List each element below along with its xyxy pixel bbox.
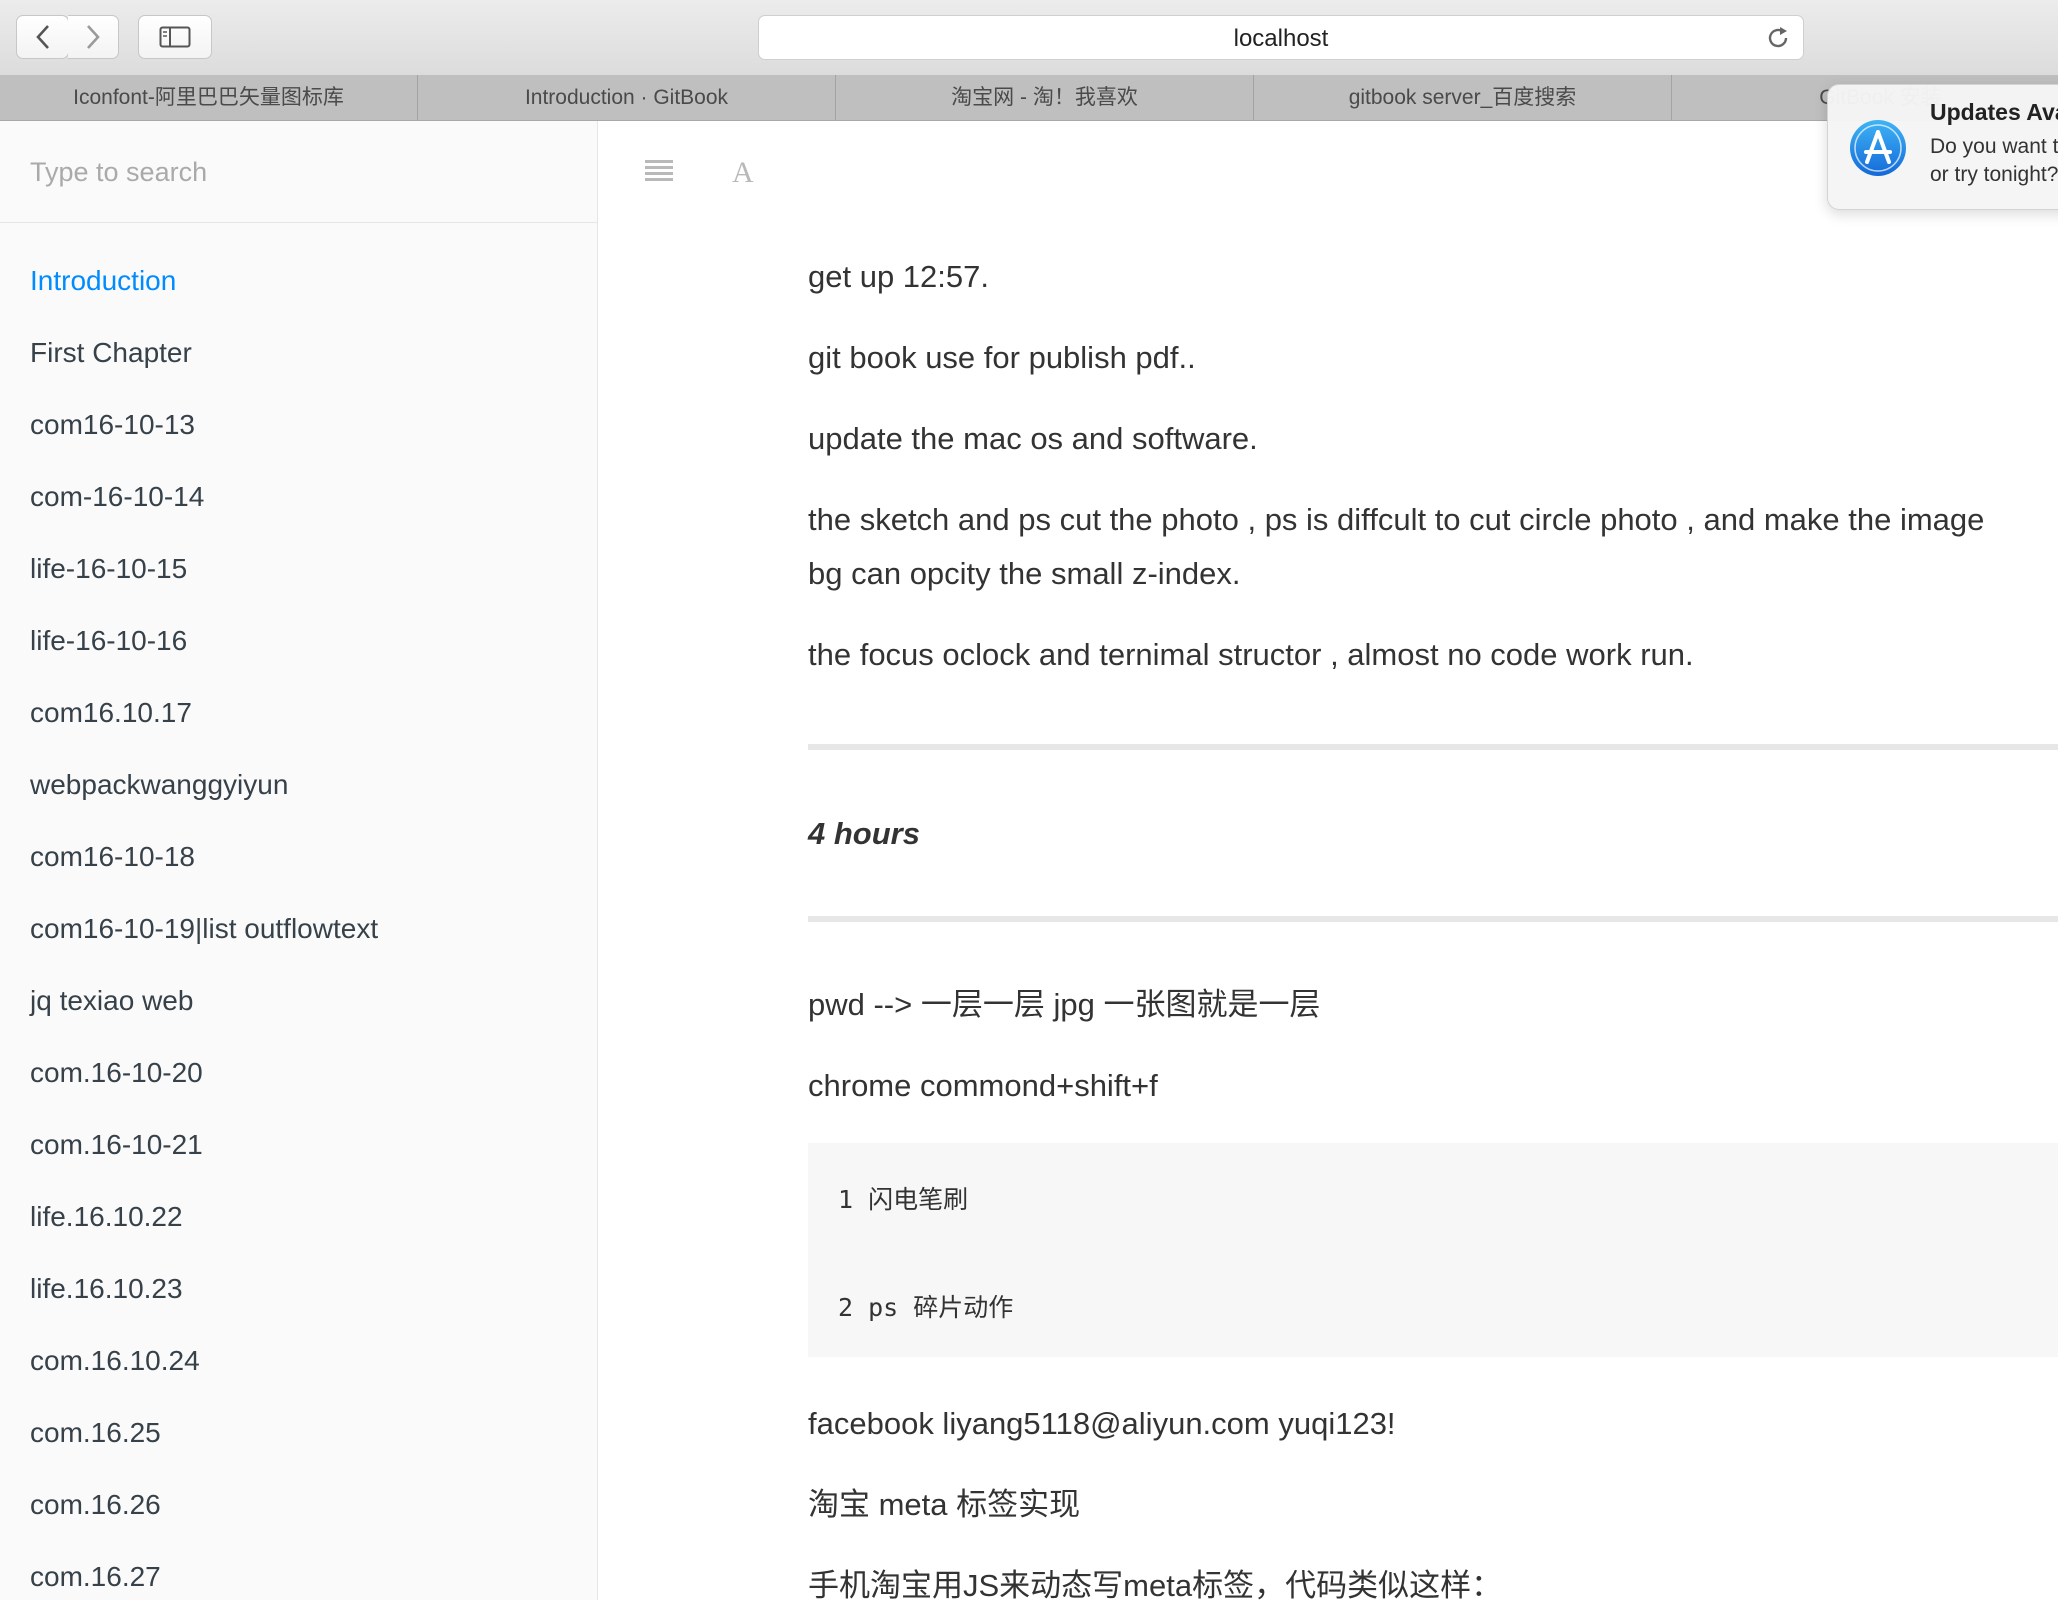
summary-item[interactable]: life.16.10.23 <box>0 1269 597 1341</box>
summary-list: Introduction First Chapter com16-10-13 c… <box>0 261 597 1600</box>
chevron-left-icon <box>35 25 49 49</box>
summary-item[interactable]: com16-10-18 <box>0 837 597 909</box>
paragraph: chrome commond+shift+f <box>808 1068 1158 1103</box>
sidebar-toggle-button[interactable] <box>138 15 212 59</box>
chevron-right-icon <box>87 25 100 49</box>
paragraph: get up 12:57. <box>808 259 989 294</box>
summary-item[interactable]: com.16-10-20 <box>0 1053 597 1125</box>
summary-item[interactable]: com.16.26 <box>0 1485 597 1557</box>
code-line: 1 闪电笔刷 <box>838 1185 969 1214</box>
tab-taobao[interactable]: 淘宝网 - 淘！我喜欢 <box>836 75 1254 120</box>
notification-body-line: or try tonight? <box>1930 163 2058 186</box>
summary-item[interactable]: com.16.10.24 <box>0 1341 597 1413</box>
code-line: 2 ps 碎片动作 <box>838 1293 1014 1322</box>
code-block: 1 闪电笔刷 2 ps 碎片动作 <box>808 1143 2058 1357</box>
summary-item-introduction[interactable]: Introduction <box>0 261 597 333</box>
summary-item[interactable]: life-16-10-16 <box>0 621 597 693</box>
forward-button[interactable] <box>68 15 119 59</box>
tab-introduction-gitbook[interactable]: Introduction · GitBook <box>418 75 836 120</box>
summary-item[interactable]: webpackwanggyiyun <box>0 765 597 837</box>
notification-title: Updates Available <box>1930 99 2058 125</box>
browser-toolbar: localhost <box>0 0 2058 76</box>
summary-item[interactable]: life-16-10-15 <box>0 549 597 621</box>
font-icon[interactable]: A <box>730 156 758 186</box>
paragraph: bg can opcity the small z-index. <box>808 556 1241 591</box>
notification-body: Do you want to install them now or try t… <box>1930 133 2058 189</box>
svg-text:A: A <box>732 156 754 186</box>
sidebar-icon <box>159 26 191 48</box>
paragraph: 淘宝 meta 标签实现 <box>808 1487 1081 1522</box>
list-icon[interactable] <box>644 156 674 184</box>
paragraph: update the mac os and software. <box>808 421 1258 456</box>
address-bar[interactable]: localhost <box>758 15 1804 60</box>
tab-bar: Iconfont-阿里巴巴矢量图标库 Introduction · GitBoo… <box>0 75 2058 121</box>
notification-body-line: Do you want to install them now <box>1930 135 2058 158</box>
summary-item[interactable]: First Chapter <box>0 333 597 405</box>
paragraph: facebook liyang5118@aliyun.com yuqi123! <box>808 1406 1396 1441</box>
emphasis-heading: 4 hours <box>808 816 920 851</box>
updates-notification[interactable]: Updates Available Do you want to install… <box>1827 84 2058 210</box>
paragraph: the focus oclock and ternimal structor ,… <box>808 637 1694 672</box>
back-button[interactable] <box>16 15 69 59</box>
summary-item[interactable]: com-16-10-14 <box>0 477 597 549</box>
app-store-icon <box>1850 120 1906 176</box>
horizontal-rule <box>808 916 2058 922</box>
summary-item[interactable]: life.16.10.22 <box>0 1197 597 1269</box>
summary-item[interactable]: com.16.25 <box>0 1413 597 1485</box>
paragraph: 手机淘宝用JS来动态写meta标签，代码类似这样： <box>808 1568 1503 1603</box>
paragraph: the sketch and ps cut the photo , ps is … <box>808 502 1985 537</box>
horizontal-rule <box>808 744 2058 750</box>
summary-item[interactable]: com16-10-19|list outflowtext <box>0 909 597 981</box>
search-box <box>0 121 597 223</box>
tab-iconfont[interactable]: Iconfont-阿里巴巴矢量图标库 <box>0 75 418 120</box>
book-summary-sidebar: Introduction First Chapter com16-10-13 c… <box>0 121 598 1600</box>
paragraph: pwd --> 一层一层 jpg 一张图就是一层 <box>808 987 1321 1022</box>
summary-item[interactable]: com.16-10-21 <box>0 1125 597 1197</box>
tab-gitbook-server-search[interactable]: gitbook server_百度搜索 <box>1254 75 1672 120</box>
search-input[interactable] <box>28 147 572 197</box>
summary-item[interactable]: com16.10.17 <box>0 693 597 765</box>
paragraph: git book use for publish pdf.. <box>808 340 1196 375</box>
summary-item[interactable]: com16-10-13 <box>0 405 597 477</box>
summary-item[interactable]: com.16.27 <box>0 1557 597 1600</box>
summary-item[interactable]: jq texiao web <box>0 981 597 1053</box>
reload-icon[interactable] <box>1765 25 1791 51</box>
url-text: localhost <box>1233 25 1329 52</box>
